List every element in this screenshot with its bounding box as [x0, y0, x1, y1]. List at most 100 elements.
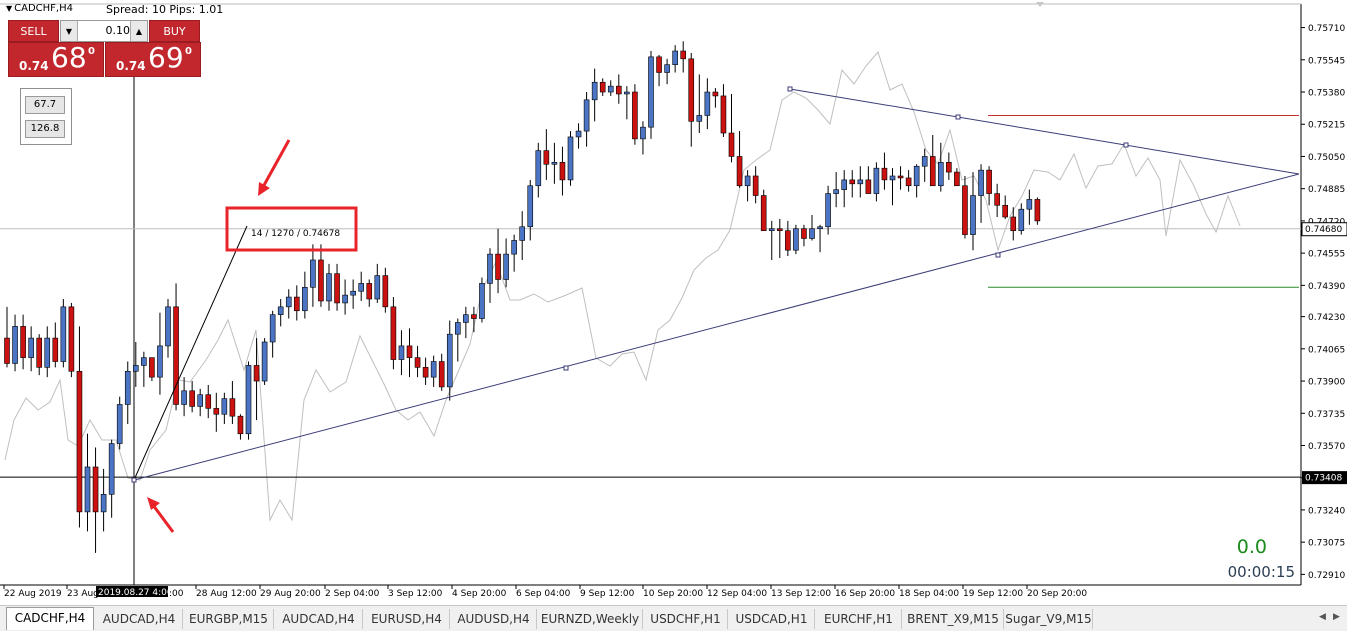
- chart-tab[interactable]: Sugar_V9,M15: [1005, 609, 1093, 629]
- trendline-anchor[interactable]: [1123, 142, 1129, 148]
- candle-body: [495, 253, 501, 280]
- y-tick-label: 0.75050: [1308, 153, 1345, 163]
- candle-body: [454, 322, 461, 335]
- candle-body: [60, 306, 67, 362]
- candle-body: [1034, 199, 1041, 222]
- candle-body: [245, 365, 252, 435]
- candle-body: [487, 253, 493, 284]
- tab-scroll-left-icon[interactable]: ◀: [1319, 612, 1326, 622]
- candle-body: [350, 290, 356, 296]
- candle-body: [285, 296, 292, 308]
- x-tick-label: 13 Sep 12:00: [771, 589, 831, 599]
- candle-body: [809, 228, 815, 239]
- chart-tab[interactable]: BRENT_X9,M15: [903, 609, 1004, 629]
- tab-scroll-right-icon[interactable]: ▶: [1333, 612, 1340, 622]
- buy-button[interactable]: BUY: [149, 20, 200, 42]
- candle-body: [221, 398, 228, 415]
- candle-body: [559, 162, 566, 181]
- y-tick-label: 0.74230: [1308, 313, 1345, 323]
- symbol-title: CADCHF,H4: [14, 3, 73, 14]
- candle-body: [833, 189, 839, 194]
- candle-body: [889, 175, 896, 181]
- y-tick-label: 0.73735: [1308, 410, 1345, 420]
- candle-body: [672, 50, 678, 65]
- price-chart[interactable]: 0.75710 0.75545 0.75380 0.75215 0.75050 0.748…: [0, 0, 1347, 605]
- candle-body: [519, 226, 526, 241]
- triangle-down-icon: ▼: [6, 4, 13, 13]
- candle-body: [181, 390, 187, 405]
- candle-body: [599, 81, 606, 93]
- y-tick-label: 0.73900: [1308, 378, 1345, 388]
- sell-price-fraction: 0: [88, 46, 95, 57]
- y-tick-label: 0.73240: [1308, 506, 1345, 516]
- chart-tab[interactable]: CADCHF,H4: [6, 607, 94, 630]
- sell-button[interactable]: SELL: [8, 20, 59, 42]
- chart-tab[interactable]: USDCHF,H1: [644, 609, 728, 629]
- candle-body: [680, 50, 687, 60]
- candle-body: [1010, 216, 1017, 231]
- trendline-anchor[interactable]: [563, 365, 569, 371]
- candle-body: [446, 333, 453, 388]
- candle-body: [84, 466, 91, 513]
- candle-body: [76, 370, 83, 513]
- candle: [793, 224, 799, 255]
- trendline-anchor[interactable]: [995, 252, 1001, 258]
- chart-tab[interactable]: EURUSD,H4: [364, 609, 450, 629]
- candle-body: [382, 275, 389, 308]
- chart-tab[interactable]: USDCAD,H1: [729, 609, 815, 629]
- candle-body: [615, 85, 622, 95]
- chart-tab[interactable]: EURNZD,Weekly: [538, 609, 643, 629]
- candle-body: [414, 357, 421, 368]
- candle-body: [141, 357, 147, 366]
- lot-size-value[interactable]: 0.10: [78, 24, 131, 37]
- chart-tab[interactable]: EURCHF,H1: [816, 609, 902, 629]
- buy-price-box[interactable]: 0.74 69 0: [105, 41, 201, 77]
- candle-body: [744, 175, 751, 187]
- candle-body: [704, 91, 711, 116]
- candle-body: [688, 58, 695, 122]
- candle-body: [768, 228, 775, 231]
- chart-tab[interactable]: AUDCAD,H4: [96, 609, 183, 629]
- candle-body: [736, 156, 743, 187]
- candle-body: [913, 165, 920, 187]
- candle: [390, 297, 397, 370]
- trendline-anchor[interactable]: [131, 477, 137, 483]
- candle-body: [937, 162, 944, 187]
- chart-tab[interactable]: AUDUSD,H4: [451, 609, 537, 629]
- candle-body: [1026, 199, 1033, 210]
- candle-body: [4, 337, 10, 364]
- candle-body: [825, 193, 831, 228]
- candle-body: [696, 115, 703, 122]
- candle-body: [962, 185, 968, 235]
- y-tick-label: 0.72910: [1308, 571, 1345, 581]
- one-click-trading-panel: SELL ▼ 0.10 ▲ BUY 0.74 68 0 0.74 69 0: [8, 20, 201, 77]
- candle-body: [720, 95, 727, 134]
- candle-body: [406, 345, 413, 358]
- candle-body: [905, 177, 912, 187]
- trendline-anchor[interactable]: [955, 114, 961, 120]
- candle-body: [656, 56, 662, 73]
- candle-body: [261, 341, 268, 382]
- y-tick-label: 0.75545: [1308, 56, 1345, 66]
- chart-tab[interactable]: EURGBP,M15: [184, 609, 274, 629]
- candle-body: [100, 494, 107, 513]
- lot-increase-icon[interactable]: ▲: [130, 21, 147, 41]
- sell-price-box[interactable]: 0.74 68 0: [8, 41, 104, 77]
- candle: [116, 396, 123, 450]
- x-tick-label: 6 Sep 04:00: [516, 589, 571, 599]
- sell-price-prefix: 0.74: [19, 59, 49, 73]
- candle: [1034, 197, 1041, 225]
- candle-body: [881, 167, 888, 181]
- candle-body: [471, 314, 477, 319]
- candle-body: [591, 81, 598, 101]
- trendline-anchor[interactable]: [787, 86, 793, 92]
- lot-decrease-icon[interactable]: ▼: [61, 21, 78, 41]
- chart-tab[interactable]: AUDCAD,H4: [275, 609, 363, 629]
- candle-body: [970, 195, 976, 235]
- candle-body: [277, 306, 284, 315]
- lot-size-field[interactable]: ▼ 0.10 ▲: [60, 20, 148, 42]
- candle-body: [527, 185, 534, 228]
- x-tick-label: 2 Sep 04:00: [325, 589, 380, 599]
- candle-body: [776, 228, 783, 231]
- current-price-label: 0.74680: [1305, 225, 1342, 235]
